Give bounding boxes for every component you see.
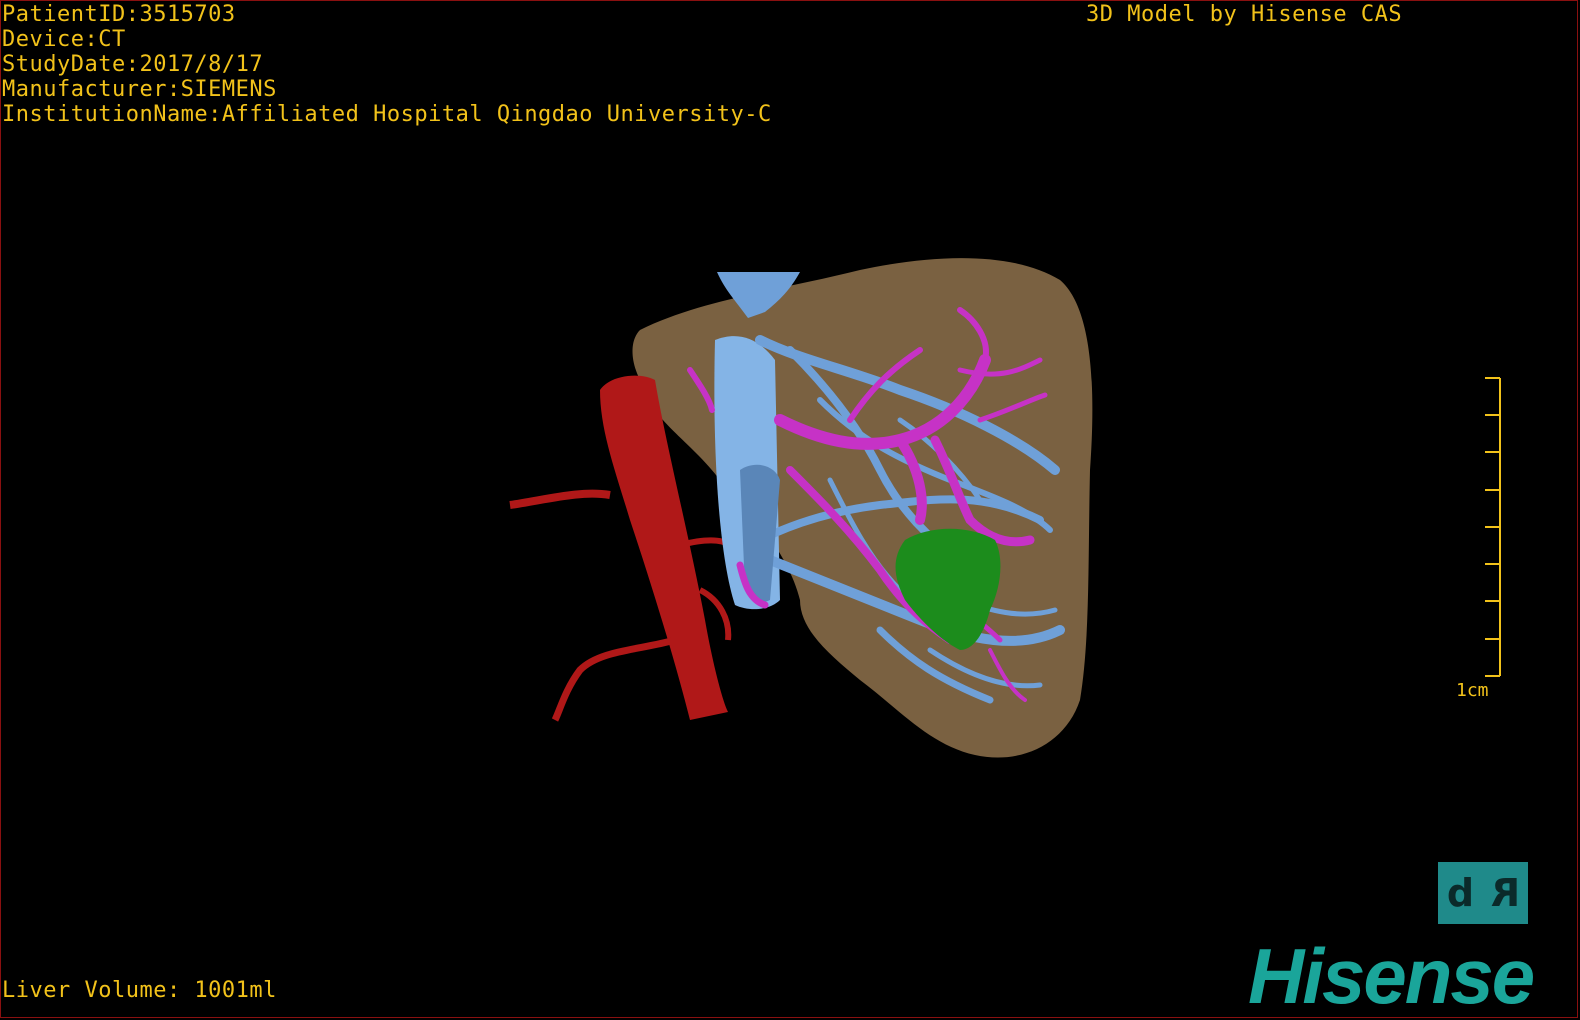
orientation-indicator[interactable]: d R: [1438, 862, 1528, 924]
orientation-right-letter: R: [1490, 871, 1521, 915]
manufacturer-text: Manufacturer:SIEMENS: [2, 77, 277, 102]
model-brand-text: 3D Model by Hisense CAS: [1086, 2, 1403, 27]
liver-volume-text: Liver Volume: 1001ml: [2, 978, 277, 1003]
institution-text: InstitutionName:Affiliated Hospital Qing…: [2, 102, 772, 127]
patient-info-overlay: PatientID:3515703 Device:CT StudyDate:20…: [2, 2, 772, 127]
device-text: Device:CT: [2, 27, 126, 52]
orientation-left-letter: d: [1446, 871, 1475, 915]
patient-id-text: PatientID:3515703: [2, 2, 236, 27]
scale-bar-label: 1cm: [1456, 680, 1489, 701]
3d-model-viewport[interactable]: [0, 0, 1580, 1020]
hisense-logo: Hisense: [1248, 932, 1535, 1020]
study-date-text: StudyDate:2017/8/17: [2, 52, 264, 77]
scale-bar: [1485, 377, 1501, 677]
